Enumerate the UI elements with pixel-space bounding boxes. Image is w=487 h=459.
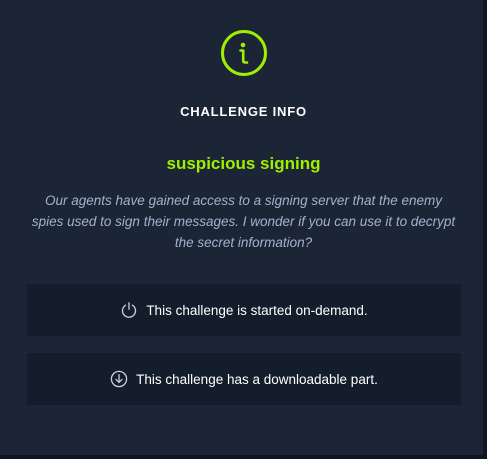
challenge-info-panel: CHALLENGE INFO suspicious signing Our ag… [0, 0, 487, 459]
power-icon [120, 301, 138, 319]
download-icon [110, 370, 128, 388]
challenge-name: suspicious signing [166, 154, 321, 173]
downloadable-label: This challenge has a downloadable part. [136, 371, 378, 387]
downloadable-notice: This challenge has a downloadable part. [27, 353, 461, 405]
on-demand-label: This challenge is started on-demand. [146, 302, 368, 318]
section-title: CHALLENGE INFO [180, 104, 307, 119]
on-demand-notice: This challenge is started on-demand. [27, 284, 461, 336]
challenge-description: Our agents have gained access to a signi… [31, 193, 456, 250]
info-icon [220, 29, 268, 77]
